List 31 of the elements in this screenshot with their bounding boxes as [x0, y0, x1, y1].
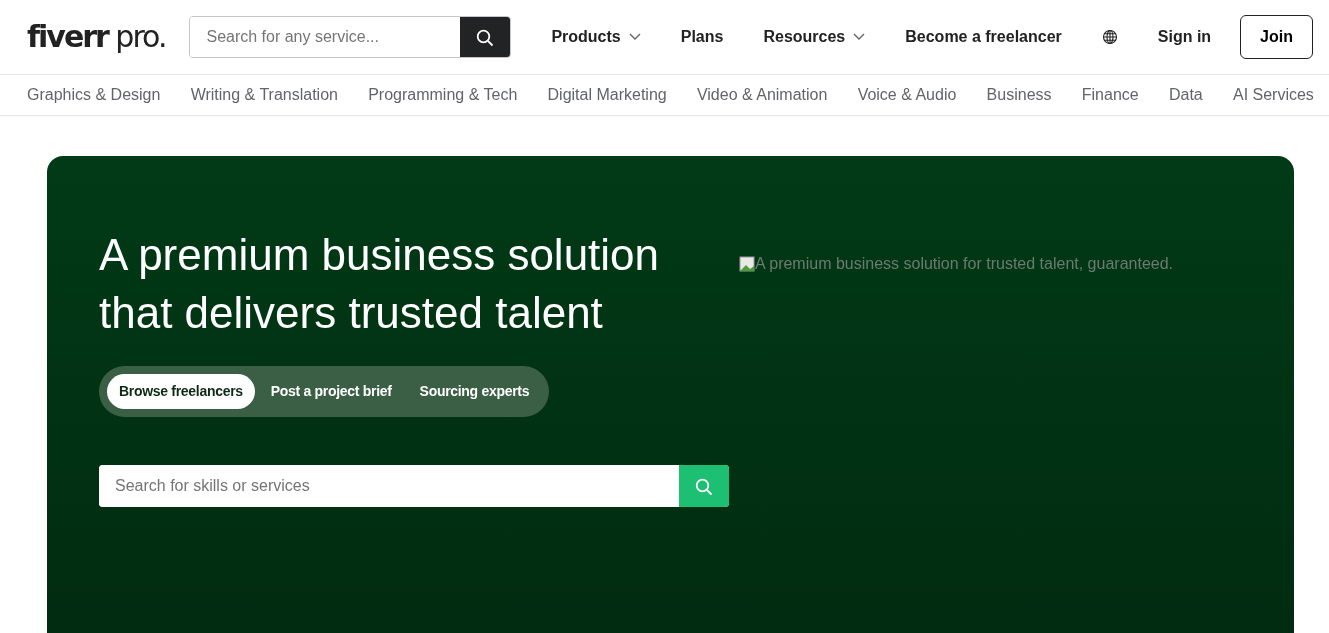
broken-image-icon: [739, 256, 755, 272]
hero-title: A premium business solution that delivers trusted talent: [99, 229, 661, 339]
logo[interactable]: fiverr pro.: [27, 22, 166, 52]
nav-link[interactable]: Products: [551, 25, 641, 49]
chevron-down-icon: [628, 33, 641, 41]
category-link[interactable]: Video & Animation: [696, 83, 828, 107]
globe-icon[interactable]: [1101, 29, 1118, 45]
tab[interactable]: Sourcing experts: [407, 374, 542, 409]
category-link[interactable]: Writing & Translation: [190, 83, 338, 107]
tab[interactable]: Browse freelancers: [107, 374, 255, 409]
chevron-down-icon: [853, 33, 866, 41]
category-link[interactable]: Digital Marketing: [547, 83, 667, 107]
sign-in-link[interactable]: Sign in: [1157, 25, 1212, 49]
search-field[interactable]: Search for skills or services: [99, 465, 729, 507]
category-link[interactable]: AI Services: [1232, 83, 1314, 107]
search-icon: [476, 28, 495, 47]
category-link[interactable]: Finance: [1081, 83, 1139, 107]
category-link[interactable]: Graphics & Design: [27, 83, 161, 107]
tab[interactable]: Post a project brief: [258, 374, 404, 409]
search-button[interactable]: [460, 17, 511, 57]
search-icon: [695, 477, 713, 496]
category-link[interactable]: Data: [1168, 83, 1203, 107]
category-link[interactable]: Business: [986, 83, 1052, 107]
join-button[interactable]: Join: [1240, 15, 1313, 59]
category-link[interactable]: Programming & Tech: [368, 83, 518, 107]
image-alt-text: A premium business solution for trusted talent, guaranteed.: [739, 252, 1173, 276]
search-field[interactable]: Search for any service...: [189, 16, 512, 58]
nav-link[interactable]: Become a freelancer: [905, 25, 1062, 49]
category-link[interactable]: Voice & Audio: [857, 83, 957, 107]
nav-link[interactable]: Resources: [763, 25, 866, 49]
nav-link[interactable]: Plans: [680, 25, 724, 49]
